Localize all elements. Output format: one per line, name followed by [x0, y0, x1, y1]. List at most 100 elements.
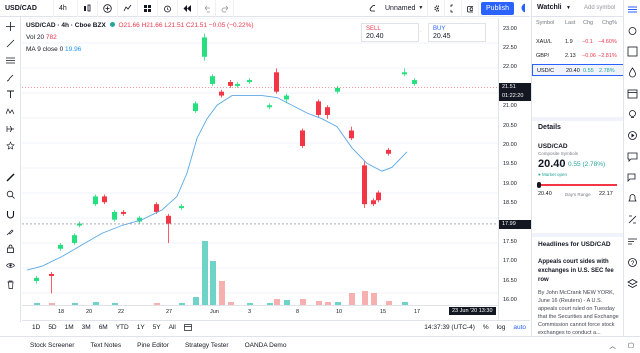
- magnet-icon[interactable]: [5, 209, 16, 220]
- alerts-icon[interactable]: [627, 25, 638, 36]
- log-toggle[interactable]: log: [493, 324, 510, 331]
- buy-button[interactable]: BUY 20.45: [428, 23, 486, 42]
- text-icon[interactable]: [5, 89, 16, 100]
- chevron-down-icon: ▼: [418, 5, 424, 11]
- icons-tool-icon[interactable]: [5, 140, 16, 151]
- trash-icon[interactable]: [5, 279, 16, 290]
- layout-menu[interactable]: Unnamed ▼: [380, 0, 428, 17]
- streams-icon[interactable]: [627, 130, 638, 141]
- watchlist-cell-last: 20.40: [566, 68, 580, 74]
- trendline-icon[interactable]: [5, 38, 16, 49]
- order-panel-icon[interactable]: [627, 214, 638, 225]
- cloud-save-icon[interactable]: [364, 0, 380, 17]
- range-3m-button[interactable]: 3M: [78, 324, 95, 331]
- top-toolbar: USD/CAD 4h Unnamed ▼ Publish: [0, 0, 530, 17]
- headline-link[interactable]: Appeals court sides with exchanges in U.…: [538, 258, 622, 285]
- range-6m-button[interactable]: 6M: [95, 324, 112, 331]
- details-change: 0.55 (2.78%): [568, 161, 606, 168]
- templates-button[interactable]: [138, 0, 158, 17]
- watchlist-column-header[interactable]: Chg: [583, 20, 593, 26]
- add-symbol-button[interactable]: Add symbol: [584, 5, 615, 11]
- footer-tab-strategy-tester[interactable]: Strategy Tester: [177, 342, 237, 349]
- help-icon[interactable]: ?: [627, 257, 638, 268]
- chats-icon[interactable]: [627, 172, 638, 183]
- range-5y-button[interactable]: 5Y: [149, 324, 165, 331]
- watchlist-icon[interactable]: [627, 4, 638, 15]
- watchlist-column-header[interactable]: Chg%: [602, 20, 617, 26]
- data-window-icon[interactable]: [627, 46, 638, 57]
- layers-icon[interactable]: [627, 278, 638, 289]
- zoom-icon[interactable]: [5, 189, 16, 200]
- details-sub: Composite Symbols: [538, 151, 579, 156]
- fib-icon[interactable]: [5, 55, 16, 66]
- volume-bar: [219, 281, 225, 305]
- legend-ohlc: O21.66 H21.66 L21.51 C21.51 −0.05 (−0.22…: [118, 22, 254, 29]
- time-axis[interactable]: 18 20 22 27 Jun 3 8 10 15 17 23 Jun '20 13:30: [22, 305, 498, 319]
- watchlist-row[interactable]: GBP/2.13 −0.06 −2.81%: [532, 50, 624, 62]
- interval-selector[interactable]: 4h: [54, 0, 78, 17]
- chart-type-button[interactable]: [78, 0, 98, 17]
- indicators-button[interactable]: [118, 0, 138, 17]
- price-tick-label: 19.50: [503, 161, 517, 168]
- watchlist-row[interactable]: XAU/L 1.9 −0.1 −4.60%: [532, 36, 624, 48]
- range-ytd-button[interactable]: YTD: [112, 324, 133, 331]
- range-5d-button[interactable]: 5D: [44, 324, 60, 331]
- compare-button[interactable]: [98, 0, 118, 17]
- maximize-icon[interactable]: ▢: [622, 341, 640, 349]
- price-tick-label: 16.50: [503, 277, 517, 284]
- time-tick-label: 8: [296, 309, 300, 315]
- auto-toggle[interactable]: auto: [509, 324, 530, 331]
- collapse-icon[interactable]: ︿: [603, 340, 622, 350]
- clock[interactable]: 14:37:39 (UTC-4): [420, 324, 479, 331]
- price-tick-label: 16.00: [503, 297, 517, 304]
- snapshot-button[interactable]: [462, 0, 479, 17]
- watchlist-title[interactable]: Watchli: [537, 4, 562, 11]
- headlines-title: Headlines for USD/CAD: [538, 241, 611, 248]
- price-tick-label: 18.50: [503, 200, 517, 207]
- price-tick-label: 17.50: [503, 238, 517, 245]
- crosshair-icon[interactable]: [5, 21, 16, 32]
- footer-tab-text-notes[interactable]: Text Notes: [82, 342, 129, 349]
- watchlist-column-header[interactable]: Symbol: [536, 20, 554, 26]
- prediction-icon[interactable]: [5, 123, 16, 134]
- brush-icon[interactable]: [5, 72, 16, 83]
- replay-button[interactable]: [178, 0, 198, 17]
- volume-bar: [202, 241, 208, 305]
- stay-drawing-icon[interactable]: [5, 226, 16, 237]
- alert-button[interactable]: [158, 0, 178, 17]
- chart-pane[interactable]: [22, 17, 498, 319]
- dom-icon[interactable]: [627, 236, 638, 247]
- symbol-search[interactable]: USD/CAD: [0, 0, 54, 17]
- pattern-icon[interactable]: [5, 106, 16, 117]
- watchlist-column-header[interactable]: Last: [565, 20, 575, 26]
- watchlist-row[interactable]: USD/C 20.40 0.55 2.78%: [532, 64, 624, 76]
- ideas-icon[interactable]: [627, 109, 638, 120]
- sell-button[interactable]: SELL 20.40: [361, 23, 419, 42]
- play-button[interactable]: [516, 0, 530, 17]
- undo-button[interactable]: [198, 0, 216, 17]
- footer-tab-oanda-demo[interactable]: OANDA Demo: [237, 342, 295, 349]
- ruler-icon[interactable]: [5, 172, 16, 183]
- fullscreen-button[interactable]: [445, 0, 462, 17]
- range-calendar-icon[interactable]: [180, 323, 196, 333]
- lock-icon[interactable]: [5, 243, 16, 254]
- candlestick-chart[interactable]: [22, 17, 498, 305]
- price-axis[interactable]: 23.00 22.50 22.00 21.00 20.50 20.00 19.50 19.00…: [498, 18, 531, 319]
- publish-button[interactable]: Publish: [481, 1, 514, 15]
- percent-toggle[interactable]: %: [479, 324, 493, 331]
- watchlist-menu-chevron-icon[interactable]: ▼: [566, 5, 571, 11]
- chat-icon[interactable]: [627, 151, 638, 162]
- range-1y-button[interactable]: 1Y: [133, 324, 149, 331]
- calendar-icon[interactable]: [627, 88, 638, 99]
- footer-tab-pine-editor[interactable]: Pine Editor: [129, 342, 177, 349]
- footer-tab-stock-screener[interactable]: Stock Screener: [22, 342, 82, 349]
- eye-icon[interactable]: [5, 260, 16, 271]
- redo-button[interactable]: [216, 0, 234, 17]
- range-1m-button[interactable]: 1M: [61, 324, 78, 331]
- cloud-icon: [369, 5, 375, 12]
- settings-button[interactable]: [428, 0, 445, 17]
- notification-icon[interactable]: [627, 193, 638, 204]
- range-all-button[interactable]: All: [165, 324, 180, 331]
- range-1d-button[interactable]: 1D: [28, 324, 44, 331]
- hotlist-icon[interactable]: [627, 67, 638, 78]
